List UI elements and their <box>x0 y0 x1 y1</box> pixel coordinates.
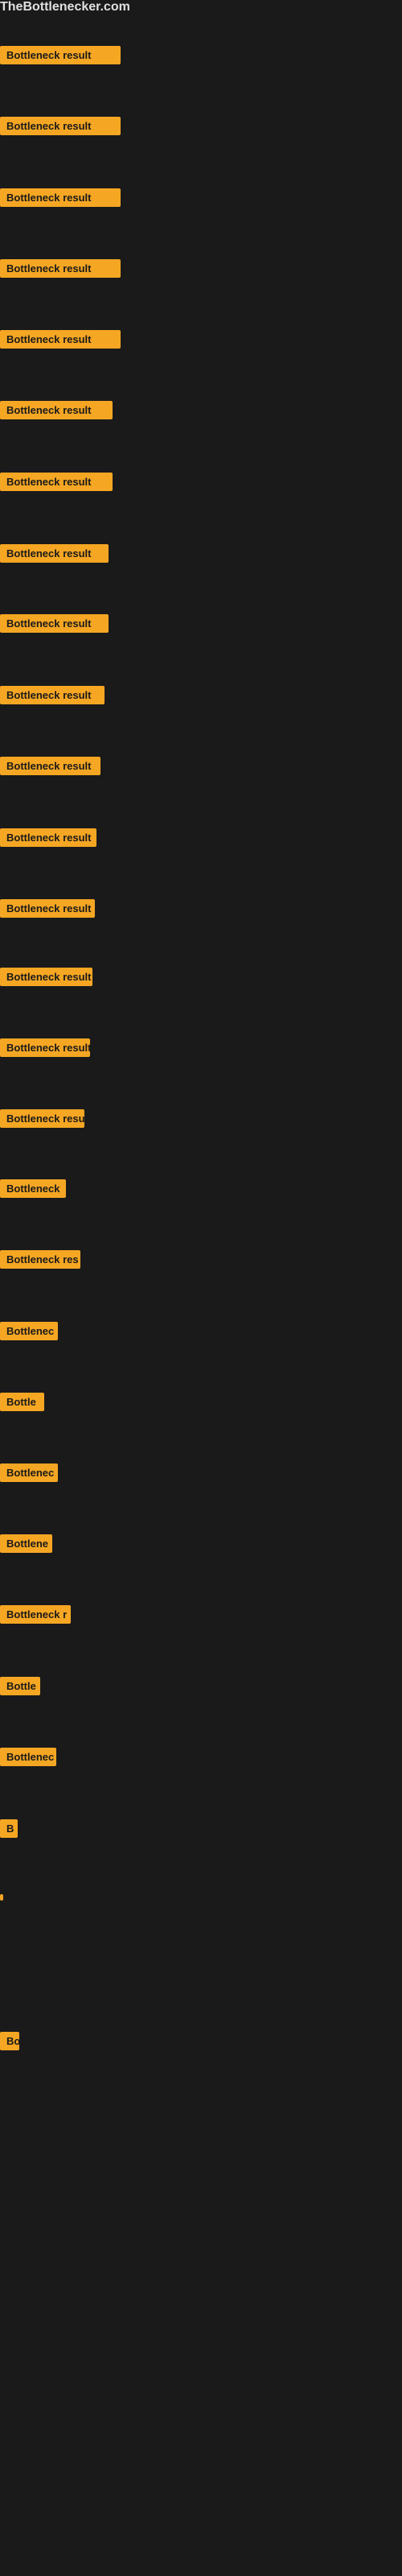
bottleneck-item-18: Bottleneck res <box>0 1250 80 1273</box>
bottleneck-badge-26: B <box>0 1819 18 1838</box>
bottleneck-badge-19: Bottlenec <box>0 1322 58 1340</box>
bottleneck-item-20: Bottle <box>0 1393 44 1415</box>
bottleneck-badge-20: Bottle <box>0 1393 44 1411</box>
bottleneck-item-23: Bottleneck r <box>0 1605 71 1628</box>
bottleneck-item-8: Bottleneck result <box>0 544 109 567</box>
bottleneck-badge-22: Bottlene <box>0 1534 52 1553</box>
bottleneck-item-22: Bottlene <box>0 1534 52 1557</box>
bottleneck-badge-28: Bo <box>0 2032 19 2050</box>
bottleneck-badge-12: Bottleneck result <box>0 828 96 847</box>
bottleneck-item-19: Bottlenec <box>0 1322 58 1344</box>
bottleneck-badge-15: Bottleneck result <box>0 1038 90 1057</box>
bottleneck-item <box>0 1890 3 1905</box>
bottleneck-badge-8: Bottleneck result <box>0 544 109 563</box>
bottleneck-badge-5: Bottleneck result <box>0 330 121 349</box>
bottleneck-badge-23: Bottleneck r <box>0 1605 71 1624</box>
bottleneck-item-4: Bottleneck result <box>0 259 121 282</box>
bottleneck-item-11: Bottleneck result <box>0 757 100 779</box>
bottleneck-badge-16: Bottleneck resu <box>0 1109 84 1128</box>
bottleneck-item-6: Bottleneck result <box>0 401 113 423</box>
bottleneck-item-14: Bottleneck result <box>0 968 92 990</box>
site-header: TheBottlenecker.com <box>0 0 402 14</box>
bottleneck-item-7: Bottleneck result <box>0 473 113 495</box>
bottleneck-item-28: Bo <box>0 2032 19 2054</box>
bottleneck-badge-13: Bottleneck result <box>0 899 95 918</box>
bottleneck-badge-17: Bottleneck <box>0 1179 66 1198</box>
bottleneck-item-17: Bottleneck <box>0 1179 66 1202</box>
bottleneck-item-25: Bottlenec <box>0 1748 56 1770</box>
bottleneck-badge-9: Bottleneck result <box>0 614 109 633</box>
bottleneck-item-10: Bottleneck result <box>0 686 105 708</box>
bottleneck-badge-1: Bottleneck result <box>0 46 121 64</box>
bottleneck-item-2: Bottleneck result <box>0 117 121 139</box>
bottleneck-item-16: Bottleneck resu <box>0 1109 84 1132</box>
bottleneck-item-24: Bottle <box>0 1677 40 1699</box>
bottleneck-item-26: B <box>0 1819 18 1842</box>
bottleneck-badge-10: Bottleneck result <box>0 686 105 704</box>
bottleneck-badge-24: Bottle <box>0 1677 40 1695</box>
bottleneck-item-21: Bottlenec <box>0 1463 58 1486</box>
bottleneck-badge-18: Bottleneck res <box>0 1250 80 1269</box>
bottleneck-item-13: Bottleneck result <box>0 899 95 922</box>
bottleneck-badge-3: Bottleneck result <box>0 188 121 207</box>
bottleneck-badge-25: Bottlenec <box>0 1748 56 1766</box>
bottleneck-item-12: Bottleneck result <box>0 828 96 851</box>
bottleneck-badge-7: Bottleneck result <box>0 473 113 491</box>
bottleneck-badge-6: Bottleneck result <box>0 401 113 419</box>
bottleneck-item-3: Bottleneck result <box>0 188 121 211</box>
bottleneck-item-9: Bottleneck result <box>0 614 109 637</box>
bottleneck-badge-14: Bottleneck result <box>0 968 92 986</box>
bottleneck-badge-4: Bottleneck result <box>0 259 121 278</box>
bottleneck-item-1: Bottleneck result <box>0 46 121 68</box>
bottleneck-item-5: Bottleneck result <box>0 330 121 353</box>
bottleneck-item-15: Bottleneck result <box>0 1038 90 1061</box>
bottleneck-badge-11: Bottleneck result <box>0 757 100 775</box>
bottleneck-badge-2: Bottleneck result <box>0 117 121 135</box>
bottleneck-badge-21: Bottlenec <box>0 1463 58 1482</box>
